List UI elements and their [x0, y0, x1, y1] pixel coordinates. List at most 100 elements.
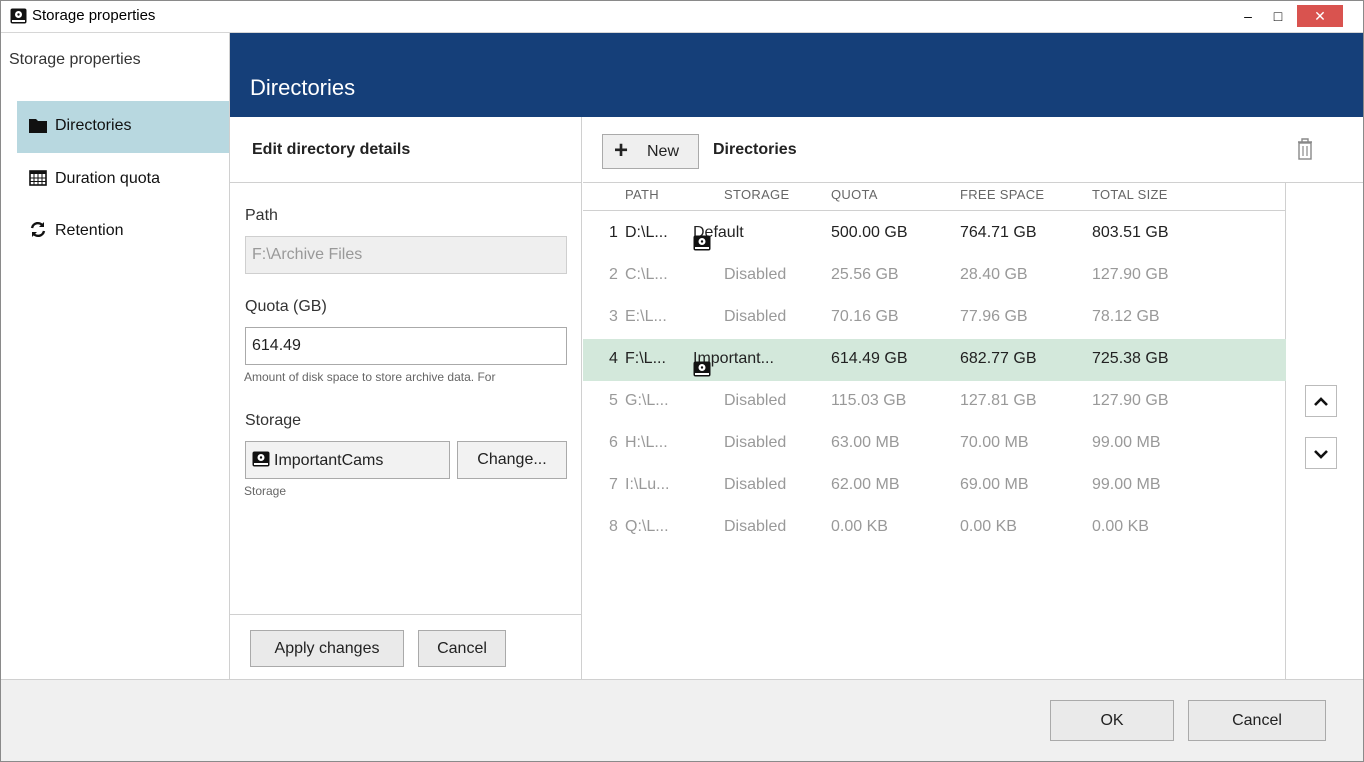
row-quota: 62.00 MB: [831, 476, 900, 493]
row-storage-label: Disabled: [724, 392, 787, 409]
calendar-icon: [29, 169, 49, 191]
sidebar-item-label: Duration quota: [55, 170, 160, 187]
row-quota: 25.56 GB: [831, 266, 899, 283]
row-path: G:\L...: [625, 392, 669, 409]
path-field: F:\Archive Files: [245, 236, 567, 274]
edit-panel-header: Edit directory details: [230, 117, 581, 183]
directories-table: PATH STORAGE QUOTA FREE SPACE TOTAL SIZE…: [583, 183, 1286, 679]
quota-label: Quota (GB): [245, 298, 327, 315]
row-free-space: 69.00 MB: [960, 476, 1029, 493]
row-path: D:\L...: [625, 224, 668, 241]
storage-properties-window: Storage properties – □ ✕ Storage propert…: [0, 0, 1364, 762]
list-title: Directories: [713, 141, 797, 158]
row-number: 8: [609, 518, 618, 535]
row-storage-label: Disabled: [724, 308, 787, 325]
storage-icon: [693, 361, 715, 382]
table-row[interactable]: 8 Q:\L... Disabled 0.00 KB 0.00 KB 0.00 …: [583, 507, 1286, 549]
table-row-selected[interactable]: 4 F:\L... Important... 614.49 GB 682.77 …: [583, 339, 1286, 381]
row-free-space: 682.77 GB: [960, 350, 1037, 367]
directories-list-panel: + New Directories PATH STORAGE QUOTA FRE…: [583, 117, 1363, 679]
row-path: F:\L...: [625, 350, 666, 367]
row-storage: Default: [693, 224, 744, 251]
table-row[interactable]: 7 I:\Lu... Disabled 62.00 MB 69.00 MB 99…: [583, 465, 1286, 507]
column-header-path[interactable]: PATH: [625, 187, 659, 202]
chevron-up-icon: [1314, 397, 1328, 406]
row-number: 6: [609, 434, 618, 451]
quota-field[interactable]: 614.49: [245, 327, 567, 365]
edit-panel-footer: Apply changes Cancel: [230, 614, 581, 679]
row-storage-label: Disabled: [724, 266, 787, 283]
dialog-footer: OK Cancel: [1, 679, 1363, 761]
plus-icon: +: [614, 137, 629, 164]
column-header-storage[interactable]: STORAGE: [724, 187, 789, 202]
sidebar-item-retention[interactable]: Retention: [17, 205, 229, 257]
list-toolbar: + New Directories: [583, 117, 1363, 183]
row-quota: 614.49 GB: [831, 350, 908, 367]
new-directory-button[interactable]: + New: [602, 134, 699, 169]
maximize-button[interactable]: □: [1263, 1, 1293, 31]
row-number: 3: [609, 308, 618, 325]
row-total-size: 803.51 GB: [1092, 224, 1169, 241]
column-header-total-size[interactable]: TOTAL SIZE: [1092, 187, 1168, 202]
window-title: Storage properties: [32, 7, 156, 24]
sidebar-item-label: Directories: [55, 117, 132, 134]
row-total-size: 725.38 GB: [1092, 350, 1169, 367]
sidebar-header: Storage properties: [9, 51, 141, 68]
row-number: 1: [609, 224, 618, 241]
page-title: Directories: [250, 75, 356, 100]
row-path: I:\Lu...: [625, 476, 670, 493]
table-row[interactable]: 5 G:\L... Disabled 115.03 GB 127.81 GB 1…: [583, 381, 1286, 423]
title-bar: Storage properties – □ ✕: [1, 1, 1363, 33]
refresh-icon: [29, 221, 49, 243]
row-total-size: 99.00 MB: [1092, 476, 1161, 493]
row-path: E:\L...: [625, 308, 667, 325]
sidebar: Storage properties Directories Duration …: [1, 33, 230, 679]
storage-icon: [252, 451, 274, 472]
change-storage-button[interactable]: Change...: [457, 441, 567, 479]
path-label: Path: [245, 207, 278, 224]
table-row[interactable]: 2 C:\L... Disabled 25.56 GB 28.40 GB 127…: [583, 255, 1286, 297]
row-total-size: 99.00 MB: [1092, 434, 1161, 451]
row-quota: 63.00 MB: [831, 434, 900, 451]
column-header-free-space[interactable]: FREE SPACE: [960, 187, 1044, 202]
table-row[interactable]: 6 H:\L... Disabled 63.00 MB 70.00 MB 99.…: [583, 423, 1286, 465]
row-total-size: 78.12 GB: [1092, 308, 1160, 325]
row-number: 4: [609, 350, 618, 367]
row-path: C:\L...: [625, 266, 668, 283]
row-number: 5: [609, 392, 618, 409]
cancel-button[interactable]: Cancel: [1188, 700, 1326, 741]
storage-hint: Storage: [244, 484, 287, 498]
sidebar-item-label: Retention: [55, 222, 124, 239]
table-row[interactable]: 1 D:\L... Default 500.00 GB 764.71 GB 80…: [583, 213, 1286, 255]
table-row[interactable]: 3 E:\L... Disabled 70.16 GB 77.96 GB 78.…: [583, 297, 1286, 339]
storage-label: Storage: [245, 412, 302, 429]
row-free-space: 28.40 GB: [960, 266, 1028, 283]
storage-selector[interactable]: ImportantCams: [245, 441, 450, 479]
page-header: Directories: [230, 33, 1363, 117]
sidebar-item-directories[interactable]: Directories: [17, 101, 229, 153]
close-button[interactable]: ✕: [1297, 5, 1343, 27]
folder-icon: [29, 118, 49, 138]
row-quota: 0.00 KB: [831, 518, 888, 535]
quota-hint: Amount of disk space to store archive da…: [244, 370, 496, 384]
row-storage: Important...: [693, 350, 774, 377]
column-header-quota[interactable]: QUOTA: [831, 187, 878, 202]
storage-icon: [10, 8, 27, 24]
row-quota: 70.16 GB: [831, 308, 899, 325]
chevron-down-icon: [1314, 450, 1328, 459]
storage-icon: [693, 235, 715, 256]
row-free-space: 127.81 GB: [960, 392, 1037, 409]
cancel-edit-button[interactable]: Cancel: [418, 630, 506, 667]
apply-changes-button[interactable]: Apply changes: [250, 630, 404, 667]
minimize-button[interactable]: –: [1233, 1, 1263, 31]
sidebar-item-duration-quota[interactable]: Duration quota: [17, 153, 229, 205]
row-path: H:\L...: [625, 434, 668, 451]
move-down-button[interactable]: [1305, 437, 1337, 469]
trash-icon[interactable]: [1295, 137, 1315, 161]
row-storage-label: Disabled: [724, 476, 787, 493]
edit-panel-title: Edit directory details: [252, 141, 411, 158]
row-number: 7: [609, 476, 618, 493]
row-free-space: 0.00 KB: [960, 518, 1017, 535]
ok-button[interactable]: OK: [1050, 700, 1174, 741]
move-up-button[interactable]: [1305, 385, 1337, 417]
